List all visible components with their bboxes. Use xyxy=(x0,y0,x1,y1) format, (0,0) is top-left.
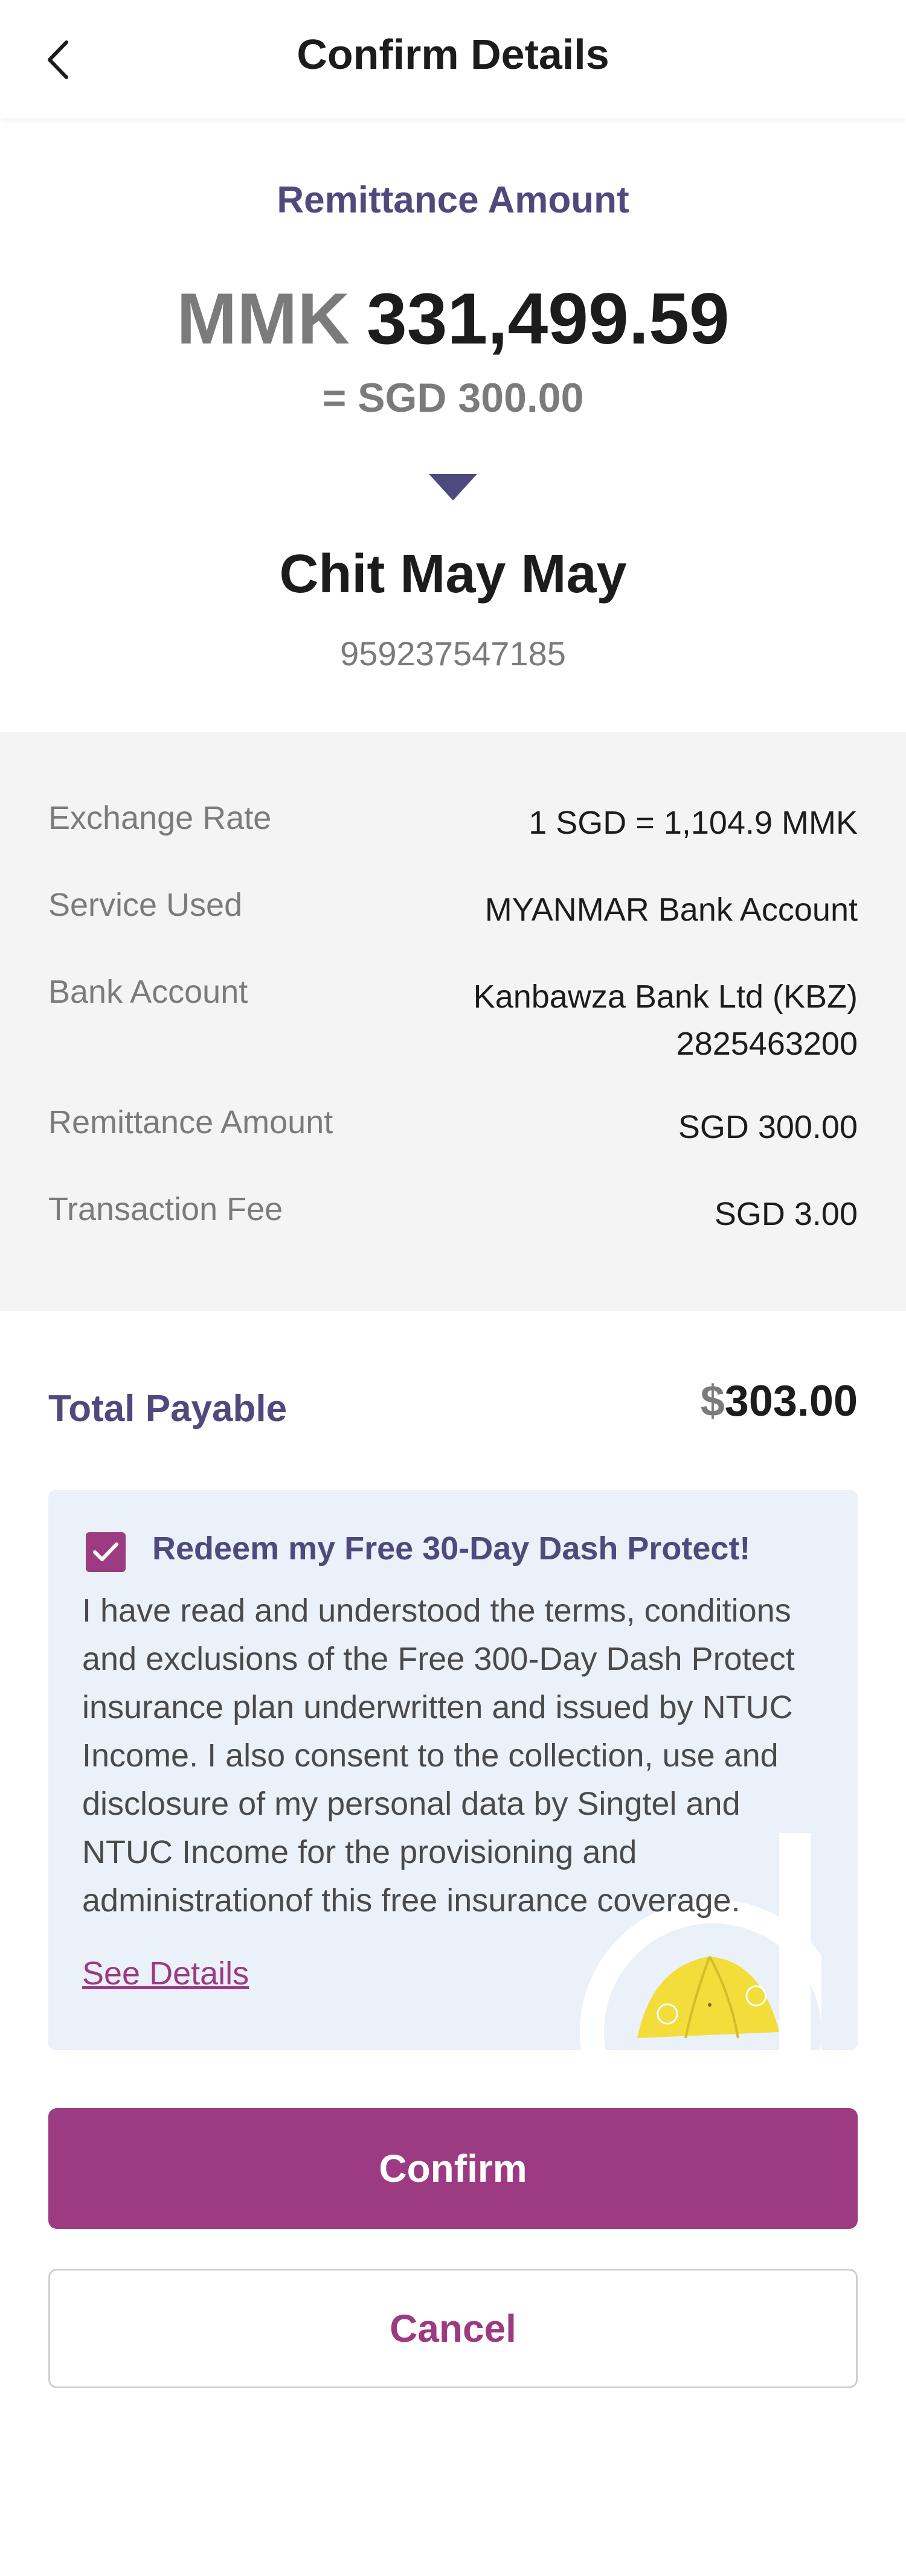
page-title: Confirm Details xyxy=(297,31,609,78)
detail-label: Remittance Amount xyxy=(48,1104,333,1140)
checkmark-icon xyxy=(93,1542,118,1561)
arrow-down-icon xyxy=(429,474,477,500)
amount-equivalent: = SGD 300.00 xyxy=(322,375,584,421)
total-payable-label: Total Payable xyxy=(48,1388,288,1430)
amount-currency: MMK xyxy=(176,278,350,359)
recipient-name: Chit May May xyxy=(279,544,627,604)
insurance-terms-text: I have read and understood the terms, co… xyxy=(82,1593,795,1919)
remittance-amount-label: Remittance Amount xyxy=(277,179,629,221)
amount-value: 331,499.59 xyxy=(367,278,730,359)
insurance-title: Redeem my Free 30-Day Dash Protect! xyxy=(152,1530,751,1567)
recipient-phone: 959237547185 xyxy=(340,634,566,673)
detail-value: Kanbawza Bank Ltd (KBZ) 2825463200 xyxy=(474,973,858,1068)
currency-symbol: $ xyxy=(700,1377,725,1425)
detail-value: SGD 300.00 xyxy=(678,1109,858,1145)
bank-account-number: 2825463200 xyxy=(676,1026,858,1063)
confirm-details-screen: Confirm Details Remittance Amount MMK 331… xyxy=(0,0,906,2576)
remittance-amount: MMK 331,499.59 xyxy=(0,279,906,359)
insurance-card: Redeem my Free 30-Day Dash Protect! I ha… xyxy=(48,1490,858,2050)
confirm-button[interactable]: Confirm xyxy=(48,2108,858,2229)
detail-label: Exchange Rate xyxy=(48,800,272,836)
app-header: Confirm Details xyxy=(0,0,906,118)
total-amount: 303.00 xyxy=(724,1377,858,1425)
see-details-link[interactable]: See Details xyxy=(82,1955,249,1992)
detail-value: SGD 3.00 xyxy=(714,1196,858,1232)
detail-label: Bank Account xyxy=(48,974,248,1010)
detail-label: Service Used xyxy=(48,887,243,923)
detail-label: Transaction Fee xyxy=(48,1191,283,1227)
cancel-button[interactable]: Cancel xyxy=(48,2269,858,2388)
insurance-checkbox[interactable] xyxy=(86,1532,126,1572)
detail-value: MYANMAR Bank Account xyxy=(484,892,858,928)
total-payable-value: $303.00 xyxy=(701,1376,858,1426)
detail-value: 1 SGD = 1,104.9 MMK xyxy=(528,805,858,841)
bank-name: Kanbawza Bank Ltd (KBZ) xyxy=(473,979,858,1015)
details-panel: Exchange Rate 1 SGD = 1,104.9 MMK Servic… xyxy=(0,732,906,1311)
